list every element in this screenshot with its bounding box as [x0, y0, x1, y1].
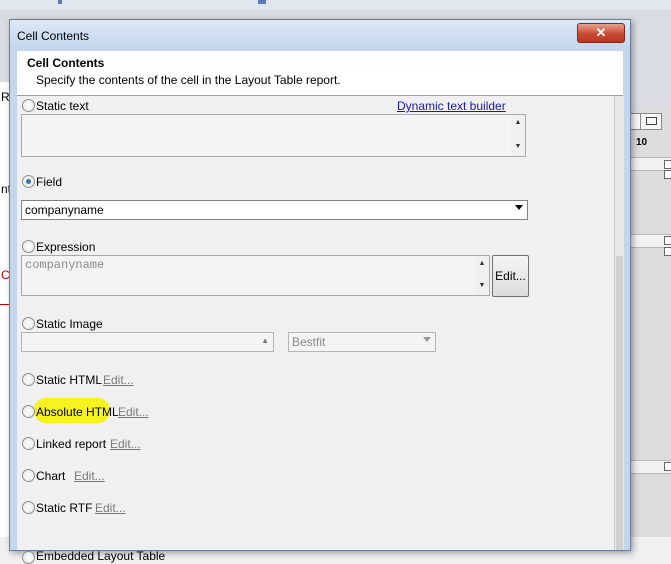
expression-edit-button[interactable]: Edit...: [492, 255, 529, 297]
background-mark: [58, 0, 62, 4]
linked-report-edit-link[interactable]: Edit...: [110, 437, 141, 451]
background-page-number: 10: [636, 137, 648, 148]
scrollbar-thumb[interactable]: [616, 256, 623, 550]
embedded-layout-table-label: Embedded Layout Table: [36, 549, 166, 563]
chart-label: Chart: [36, 469, 66, 483]
field-select[interactable]: companyname: [21, 200, 528, 220]
image-fit-select[interactable]: Bestfit: [288, 332, 436, 352]
embedded-layout-table-radio[interactable]: [22, 551, 35, 564]
static-image-input[interactable]: ▲: [21, 332, 274, 352]
background-collapse-icon[interactable]: [664, 160, 671, 169]
expression-scrollbar[interactable]: ▲ ▼: [475, 256, 489, 295]
static-html-label: Static HTML: [36, 373, 103, 387]
linked-report-radio[interactable]: [22, 437, 35, 450]
background-collapse-icon[interactable]: [664, 462, 671, 471]
background-toolbar-button[interactable]: [640, 113, 662, 130]
static-rtf-radio[interactable]: [22, 501, 35, 514]
dialog-title: Cell Contents: [17, 29, 90, 43]
dialog-header: Cell Contents Specify the contents of th…: [17, 51, 623, 96]
dialog-body: Static text Dynamic text builder ▲ ▼ Fie…: [17, 96, 624, 564]
background-app-top: [0, 0, 671, 10]
absolute-html-radio[interactable]: [22, 405, 35, 418]
dialog-titlebar[interactable]: Cell Contents ✕: [10, 20, 630, 50]
static-rtf-edit-link[interactable]: Edit...: [95, 501, 126, 515]
chevron-down-icon[interactable]: [423, 337, 431, 342]
scroll-up-icon[interactable]: ▲: [261, 336, 269, 345]
expression-value: companyname: [25, 258, 105, 272]
cell-contents-dialog: Cell Contents ✕ Cell Contents Specify th…: [9, 19, 631, 564]
background-mark: [258, 0, 266, 4]
scroll-down-icon[interactable]: ▼: [511, 143, 525, 150]
expression-input[interactable]: companyname ▲ ▼: [21, 255, 490, 296]
static-html-edit-link[interactable]: Edit...: [103, 373, 134, 387]
expression-radio[interactable]: [22, 240, 35, 253]
dialog-scrollbar[interactable]: [614, 96, 624, 550]
static-image-label: Static Image: [36, 317, 103, 331]
scroll-down-icon[interactable]: ▼: [475, 282, 489, 289]
close-button[interactable]: ✕: [577, 23, 625, 43]
background-collapse-icon[interactable]: [664, 247, 671, 256]
static-text-scrollbar[interactable]: ▲ ▼: [511, 115, 525, 156]
static-rtf-label: Static RTF: [36, 501, 93, 515]
background-collapse-icon[interactable]: [664, 236, 671, 245]
absolute-html-label: Absolute HTML: [36, 405, 119, 419]
background-right-panel: 10: [628, 110, 671, 537]
static-text-label: Static text: [36, 99, 89, 113]
header-subtitle: Specify the contents of the cell in the …: [36, 73, 341, 87]
static-text-input[interactable]: ▲ ▼: [21, 114, 526, 157]
absolute-html-edit-link[interactable]: Edit...: [118, 405, 149, 419]
static-image-radio[interactable]: [22, 317, 35, 330]
field-label: Field: [36, 175, 63, 189]
scroll-up-icon[interactable]: ▲: [511, 119, 525, 126]
field-radio[interactable]: [22, 175, 35, 188]
scroll-up-icon[interactable]: ▲: [475, 260, 489, 267]
linked-report-label: Linked report: [36, 437, 107, 451]
dynamic-text-builder-link[interactable]: Dynamic text builder: [397, 99, 506, 113]
static-text-radio[interactable]: [22, 99, 35, 112]
expression-label: Expression: [36, 240, 96, 254]
header-title: Cell Contents: [27, 56, 105, 70]
background-collapse-icon[interactable]: [664, 170, 671, 179]
field-select-value: companyname: [25, 203, 104, 217]
chevron-down-icon[interactable]: [515, 205, 523, 210]
chart-radio[interactable]: [22, 469, 35, 482]
static-html-radio[interactable]: [22, 373, 35, 386]
close-icon: ✕: [595, 25, 607, 40]
image-fit-value: Bestfit: [292, 335, 326, 349]
chart-edit-link[interactable]: Edit...: [74, 469, 105, 483]
